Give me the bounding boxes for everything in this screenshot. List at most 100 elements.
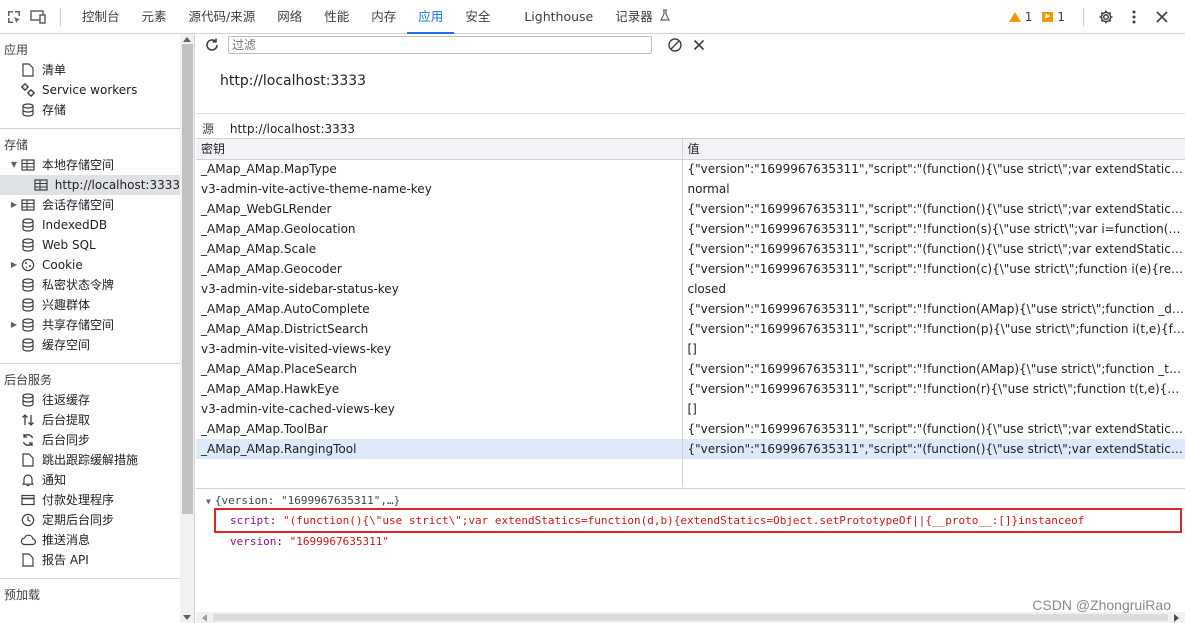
table-row[interactable]: _AMap_AMap.Geocoder {"version":"169996763… [196, 259, 1185, 279]
row-value-cell[interactable]: {"version":"1699967635311","script":"!fu… [682, 319, 1185, 339]
row-key-cell[interactable]: _AMap_AMap.AutoComplete [196, 299, 683, 319]
tab-network[interactable]: 网络 [266, 0, 313, 34]
row-value-cell[interactable]: [] [682, 399, 1185, 419]
issues-badge[interactable]: 1 [1042, 10, 1065, 24]
collapsed-arrow-icon[interactable]: ▶ [8, 255, 20, 275]
sidebar-item-indexeddb[interactable]: IndexedDB [0, 215, 180, 235]
row-key-cell[interactable]: _AMap_AMap.ToolBar [196, 419, 683, 439]
sidebar-item-manifest[interactable]: 清单 [0, 60, 180, 80]
scroll-right-arrow-icon[interactable] [1174, 614, 1179, 622]
row-key-cell[interactable]: _AMap_AMap.Geocoder [196, 259, 683, 279]
row-key-cell[interactable]: _AMap_AMap.MapType [196, 159, 683, 179]
column-header-key[interactable]: 密钥 [196, 139, 683, 160]
sidebar-item-periodic-background-sync[interactable]: 定期后台同步 [0, 510, 180, 530]
sidebar-item-bounce-tracking[interactable]: 跳出跟踪缓解措施 [0, 450, 180, 470]
sidebar-item-cookie[interactable]: ▶ Cookie [0, 255, 180, 275]
more-options-icon[interactable] [1123, 6, 1145, 28]
table-row[interactable]: _AMap_AMap.MapType {"version":"1699967635… [196, 159, 1185, 179]
table-row[interactable]: v3-admin-vite-visited-views-key[] [196, 339, 1185, 359]
row-value-cell[interactable]: {"version":"1699967635311","script":"(fu… [682, 199, 1185, 219]
row-key-cell[interactable]: _AMap_AMap.PlaceSearch [196, 359, 683, 379]
delete-selected-icon[interactable] [690, 36, 708, 54]
row-key-cell[interactable]: _AMap_AMap.HawkEye [196, 379, 683, 399]
tab-recorder[interactable]: 记录器 [604, 0, 681, 34]
tab-sources[interactable]: 源代码/来源 [178, 0, 267, 34]
row-value-cell[interactable]: {"version":"1699967635311","script":"!fu… [682, 379, 1185, 399]
row-key-cell[interactable]: _AMap_AMap.DistrictSearch [196, 319, 683, 339]
row-key-cell[interactable]: _AMap_WebGLRender [196, 199, 683, 219]
row-value-cell[interactable]: normal [682, 179, 1185, 199]
scroll-up-arrow-icon[interactable] [183, 37, 191, 42]
sidebar-item-push-messaging[interactable]: 推送消息 [0, 530, 180, 550]
sidebar-item-background-sync[interactable]: 后台同步 [0, 430, 180, 450]
row-key-cell[interactable]: _AMap_AMap.Scale [196, 239, 683, 259]
table-row[interactable]: _AMap_AMap.PlaceSearch {"version":"169996… [196, 359, 1185, 379]
clear-all-icon[interactable] [666, 36, 684, 54]
horizontal-scrollbar-thumb[interactable] [213, 614, 1168, 621]
table-row[interactable]: _AMap_AMap.Scale {"version":"169996763531… [196, 239, 1185, 259]
scroll-down-arrow-icon[interactable] [183, 615, 191, 620]
sidebar-item-reporting-api[interactable]: 报告 API [0, 550, 180, 570]
close-devtools-icon[interactable] [1151, 6, 1173, 28]
sidebar-item-websql[interactable]: Web SQL [0, 235, 180, 255]
sidebar-item-session-storage[interactable]: ▶ 会话存储空间 [0, 195, 180, 215]
table-row[interactable]: _AMap_AMap.DistrictSearch {"version":"169… [196, 319, 1185, 339]
row-value-cell[interactable]: [] [682, 339, 1185, 359]
row-value-cell[interactable]: closed [682, 279, 1185, 299]
row-value-cell[interactable]: {"version":"1699967635311","script":"!fu… [682, 299, 1185, 319]
tab-lighthouse[interactable]: Lighthouse [513, 0, 604, 34]
table-row[interactable]: _AMap_AMap.AutoComplete {"version":"16999… [196, 299, 1185, 319]
expanded-triangle-icon[interactable]: ▼ [206, 497, 211, 506]
row-value-cell[interactable]: {"version":"1699967635311","script":"!fu… [682, 359, 1185, 379]
table-row[interactable]: _AMap_AMap.Geolocation {"version":"169996… [196, 219, 1185, 239]
table-row[interactable]: _AMap_AMap.RangingTool {"version":"169996… [196, 439, 1185, 459]
sidebar-scrollbar-thumb[interactable] [182, 44, 193, 514]
row-key-cell[interactable]: v3-admin-vite-sidebar-status-key [196, 279, 683, 299]
collapsed-arrow-icon[interactable]: ▶ [8, 195, 20, 215]
sidebar-item-storage[interactable]: 存储 [0, 100, 180, 120]
collapsed-arrow-icon[interactable]: ▶ [8, 315, 20, 335]
tab-console[interactable]: 控制台 [71, 0, 131, 34]
refresh-icon[interactable] [204, 37, 220, 53]
sidebar-item-interest-groups[interactable]: 兴趣群体 [0, 295, 180, 315]
row-key-cell[interactable]: _AMap_AMap.Geolocation [196, 219, 683, 239]
settings-gear-icon[interactable] [1095, 6, 1117, 28]
sidebar-item-background-fetch[interactable]: 后台提取 [0, 410, 180, 430]
sidebar-item-local-storage[interactable]: ▼ 本地存储空间 [0, 155, 180, 175]
sidebar-item-local-storage-origin[interactable]: http://localhost:3333 [0, 175, 180, 195]
table-row[interactable]: _AMap_WebGLRender {"version":"16999676353… [196, 199, 1185, 219]
sidebar-item-shared-storage[interactable]: ▶ 共享存储空间 [0, 315, 180, 335]
horizontal-scrollbar[interactable] [196, 612, 1185, 623]
row-key-cell[interactable]: v3-admin-vite-cached-views-key [196, 399, 683, 419]
table-row[interactable]: _AMap_AMap.ToolBar {"version":"1699967635… [196, 419, 1185, 439]
row-key-cell[interactable]: v3-admin-vite-visited-views-key [196, 339, 683, 359]
row-value-cell[interactable]: {"version":"1699967635311","script":"!fu… [682, 259, 1185, 279]
filter-input[interactable] [228, 36, 652, 54]
tab-performance[interactable]: 性能 [313, 0, 360, 34]
tab-security[interactable]: 安全 [454, 0, 501, 34]
row-value-cell[interactable]: {"version":"1699967635311","script":"(fu… [682, 419, 1185, 439]
table-row[interactable]: v3-admin-vite-sidebar-status-key closed [196, 279, 1185, 299]
expanded-arrow-icon[interactable]: ▼ [8, 155, 20, 175]
preview-summary-line[interactable]: ▼ {version: "1699967635311",…} [196, 492, 1185, 509]
row-value-cell[interactable]: {"version":"1699967635311","script":"!fu… [682, 219, 1185, 239]
scroll-left-arrow-icon[interactable] [202, 614, 207, 622]
table-row[interactable]: v3-admin-vite-active-theme-name-key norma… [196, 179, 1185, 199]
device-toolbar-icon[interactable] [28, 7, 48, 27]
column-header-value[interactable]: 值 [682, 139, 1185, 160]
sidebar-item-notifications[interactable]: 通知 [0, 470, 180, 490]
sidebar-item-cache-storage[interactable]: 缓存空间 [0, 335, 180, 355]
row-value-cell[interactable]: {"version":"1699967635311","script":"(fu… [682, 439, 1185, 459]
row-key-cell[interactable]: v3-admin-vite-active-theme-name-key [196, 179, 683, 199]
tab-elements[interactable]: 元素 [131, 0, 178, 34]
sidebar-item-service-workers[interactable]: Service workers [0, 80, 180, 100]
warnings-badge[interactable]: 1 [1008, 10, 1032, 24]
sidebar-item-payment-handler[interactable]: 付款处理程序 [0, 490, 180, 510]
table-row[interactable]: v3-admin-vite-cached-views-key[] [196, 399, 1185, 419]
inspect-element-icon[interactable] [4, 7, 24, 27]
row-value-cell[interactable]: {"version":"1699967635311","script":"(fu… [682, 159, 1185, 179]
sidebar-item-bfcache[interactable]: 往返缓存 [0, 390, 180, 410]
sidebar-item-private-state-tokens[interactable]: 私密状态令牌 [0, 275, 180, 295]
table-row[interactable]: _AMap_AMap.HawkEye {"version":"1699967635… [196, 379, 1185, 399]
tab-memory[interactable]: 内存 [360, 0, 407, 34]
